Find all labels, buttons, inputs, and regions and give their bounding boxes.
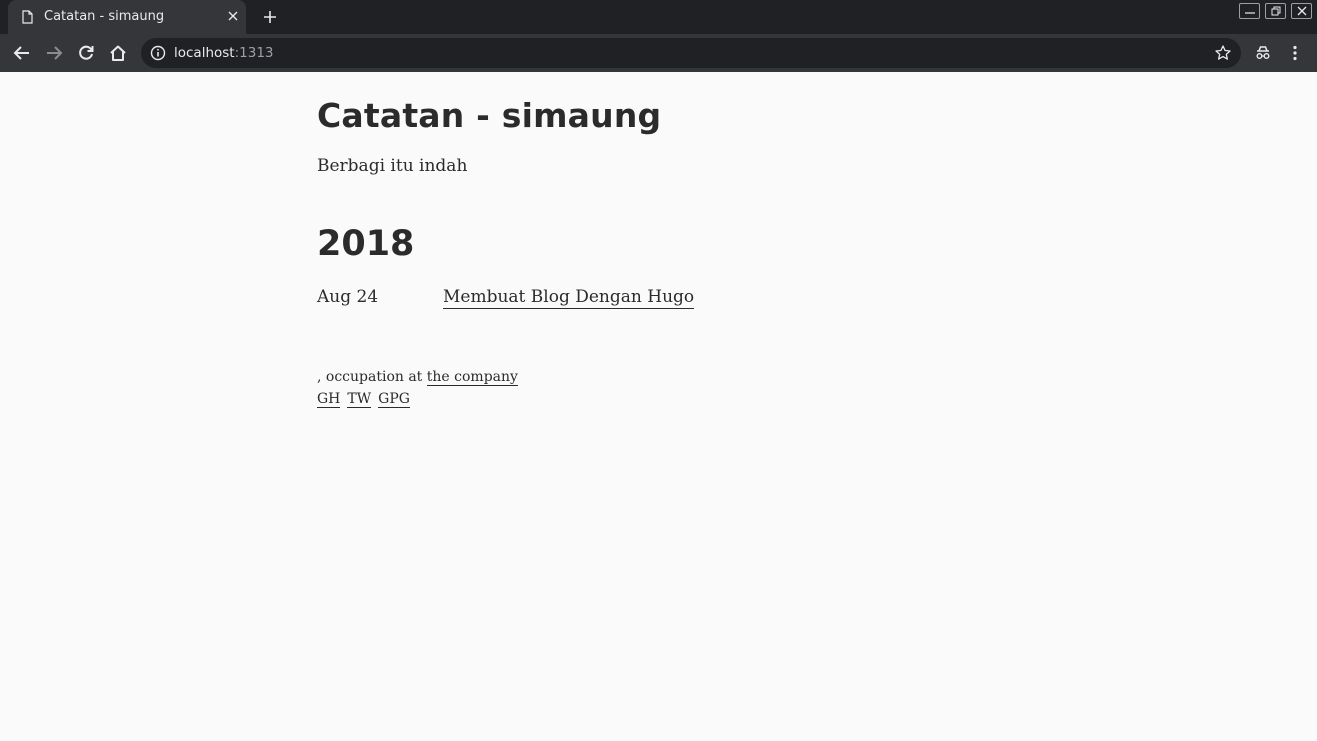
close-window-button[interactable] [1291, 3, 1312, 19]
browser-tab[interactable]: Catatan - simaung [8, 0, 246, 34]
gpg-link[interactable]: GPG [378, 391, 410, 408]
url-text[interactable]: localhost:1313 [174, 45, 274, 61]
restore-button[interactable] [1265, 3, 1286, 19]
info-icon[interactable] [150, 45, 166, 61]
restore-icon [1271, 6, 1281, 16]
site-title[interactable]: Catatan - simaung [317, 96, 661, 135]
twitter-link[interactable]: TW [347, 391, 372, 408]
company-link[interactable]: the company [426, 369, 518, 386]
kebab-menu-icon[interactable] [1285, 43, 1305, 63]
bookmark-star-icon[interactable] [1214, 44, 1232, 62]
url-port: :1313 [234, 45, 274, 61]
minimize-button[interactable] [1239, 3, 1260, 19]
browser-tab-strip: Catatan - simaung [0, 0, 1317, 34]
minimize-icon [1245, 12, 1255, 14]
post-date: Aug 24 [317, 287, 379, 307]
github-link[interactable]: GH [317, 391, 341, 408]
address-bar[interactable]: localhost:1313 [141, 38, 1241, 68]
incognito-icon[interactable] [1253, 43, 1273, 63]
close-icon[interactable] [226, 9, 240, 23]
url-host: localhost [174, 45, 235, 61]
page-icon [22, 10, 33, 24]
site-subtitle: Berbagi itu indah [317, 156, 468, 176]
footer-occupation: , occupation at the company [317, 369, 518, 386]
social-links: GH TW GPG [317, 391, 417, 408]
back-arrow-icon[interactable] [12, 43, 32, 63]
reload-icon[interactable] [76, 43, 96, 63]
forward-arrow-icon[interactable] [44, 43, 64, 63]
browser-toolbar: localhost:1313 [0, 34, 1317, 72]
home-icon[interactable] [108, 43, 128, 63]
new-tab-icon[interactable] [262, 9, 278, 25]
post-title-link[interactable]: Membuat Blog Dengan Hugo [443, 287, 695, 309]
tab-title: Catatan - simaung [44, 9, 165, 24]
archive-year: 2018 [317, 224, 415, 264]
close-window-icon [1297, 6, 1307, 16]
occupation-text: , occupation at [317, 369, 427, 385]
